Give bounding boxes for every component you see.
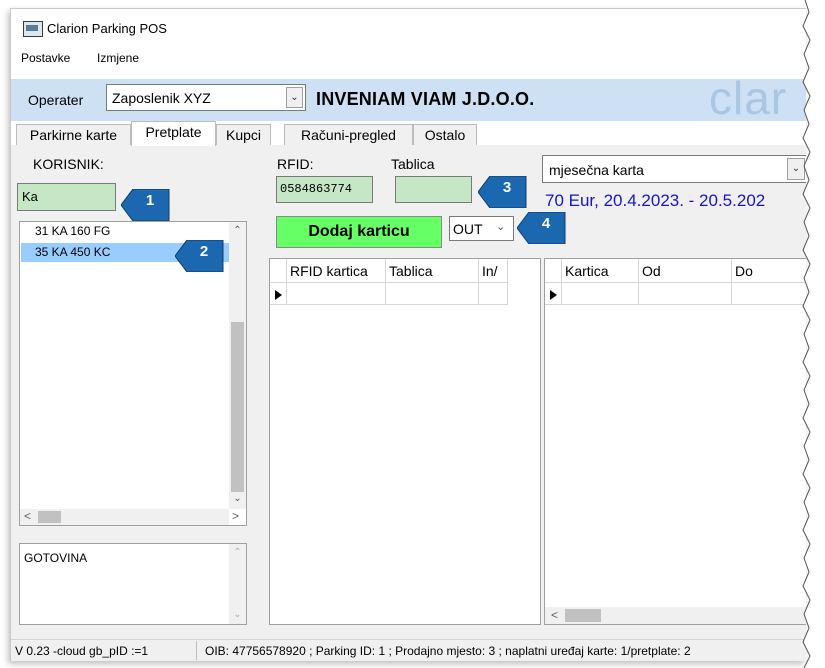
app-icon (23, 21, 43, 37)
operator-select[interactable]: Zaposlenik XYZ ⌄ (106, 84, 306, 111)
status-info: OIB: 47756578920 ; Parking ID: 1 ; Proda… (205, 644, 691, 658)
col-rfid-kartica[interactable]: RFID kartica (287, 259, 386, 283)
subscriptions-grid[interactable]: Kartica Od Do < (544, 258, 806, 625)
tablica-input[interactable] (395, 176, 472, 203)
scroll-down-icon[interactable]: ⌄ (229, 490, 246, 507)
list-vertical-scrollbar[interactable]: ⌃ ⌄ (229, 222, 246, 509)
callout-number: 2 (199, 243, 209, 260)
row-header (545, 259, 562, 283)
row-header (270, 259, 287, 283)
operator-label: Operater (28, 92, 84, 108)
callout-3: 3 (477, 175, 528, 209)
status-bar: V 0.23 -cloud gb_pID :=1 OIB: 4775657892… (11, 639, 806, 661)
table-cell[interactable] (287, 283, 386, 305)
table-cell[interactable] (732, 283, 806, 305)
scroll-thumb[interactable] (231, 322, 244, 492)
korisnik-label: KORISNIK: (33, 156, 104, 172)
col-tablica[interactable]: Tablica (386, 259, 479, 283)
tab-kupci[interactable]: Kupci (216, 124, 271, 145)
hscroll-thumb[interactable] (565, 609, 601, 622)
scroll-left-icon[interactable]: < (551, 608, 558, 622)
add-card-button[interactable]: Dodaj karticu (276, 216, 442, 248)
direction-value: OUT (453, 221, 483, 237)
scroll-down-icon[interactable]: ⌄ (229, 606, 246, 623)
tab-racuni-pregled[interactable]: Računi-pregled (284, 124, 413, 145)
rfid-label: RFID: (277, 156, 314, 172)
col-kartica[interactable]: Kartica (562, 259, 639, 283)
callout-number: 1 (145, 192, 155, 209)
current-row-arrow-icon (550, 290, 557, 300)
scroll-up-icon[interactable]: ⌃ (229, 544, 246, 561)
callout-number: 4 (541, 215, 551, 232)
grid-horizontal-scrollbar[interactable]: < (545, 607, 806, 624)
cards-grid[interactable]: RFID kartica Tablica In/ (269, 258, 541, 625)
clarion-logo: clar (709, 72, 788, 124)
subscription-type-select[interactable]: mjesečna karta ⌄ (542, 155, 806, 183)
col-od[interactable]: Od (639, 259, 732, 283)
tab-ostalo[interactable]: Ostalo (413, 124, 477, 145)
col-in-out[interactable]: In/ (479, 259, 508, 283)
callout-2: 2 (174, 239, 225, 273)
torn-edge (801, 0, 825, 668)
window-title: Clarion Parking POS (47, 21, 167, 36)
status-version: V 0.23 -cloud gb_pID :=1 (15, 644, 149, 658)
hscroll-thumb[interactable] (38, 511, 61, 523)
callout-4: 4 (516, 211, 567, 245)
chevron-down-icon[interactable]: ⌄ (286, 87, 303, 108)
chevron-down-icon[interactable]: ⌄ (496, 220, 505, 233)
rfid-input[interactable]: 0584863774 (276, 176, 373, 203)
table-cell[interactable] (562, 283, 639, 305)
table-cell[interactable] (479, 283, 508, 305)
list-item[interactable]: 31 KA 160 FG (21, 222, 246, 241)
title-bar: Clarion Parking POS (11, 9, 806, 45)
scroll-up-icon[interactable]: ⌃ (229, 222, 246, 239)
table-cell[interactable] (386, 283, 479, 305)
price-info: 70 Eur, 20.4.2023. - 20.5.202 (545, 191, 766, 210)
tab-pretplate[interactable]: Pretplate (131, 121, 216, 146)
direction-select[interactable]: OUT ⌄ (449, 216, 514, 241)
korisnik-search-input[interactable]: Ka (17, 183, 116, 211)
callout-number: 3 (502, 179, 512, 196)
current-row-arrow-icon (275, 290, 282, 300)
scroll-left-icon[interactable]: < (24, 509, 31, 523)
tab-parkirne-karte[interactable]: Parkirne karte (16, 124, 131, 145)
menu-postavke[interactable]: Postavke (21, 51, 70, 65)
status-divider (196, 641, 197, 660)
operator-select-value: Zaposlenik XYZ (112, 90, 211, 106)
memo-scrollbar[interactable]: ⌃ ⌄ (229, 544, 246, 624)
company-name: INVENIAM VIAM J.D.O.O. (316, 89, 535, 109)
scroll-right-icon[interactable]: > (232, 509, 239, 523)
list-horizontal-scrollbar[interactable]: < > (20, 509, 239, 525)
table-cell[interactable] (639, 283, 732, 305)
col-do[interactable]: Do (732, 259, 806, 283)
subscription-type-value: mjesečna karta (549, 162, 644, 178)
payment-text: GOTOVINA (24, 551, 88, 565)
app-window: Clarion Parking POS Postavke Izmjene Ope… (10, 8, 806, 661)
callout-1: 1 (120, 188, 171, 222)
menu-izmjene[interactable]: Izmjene (97, 51, 139, 65)
payment-memo[interactable]: GOTOVINA ⌃ ⌄ (19, 543, 247, 625)
tablica-label: Tablica (391, 156, 435, 172)
